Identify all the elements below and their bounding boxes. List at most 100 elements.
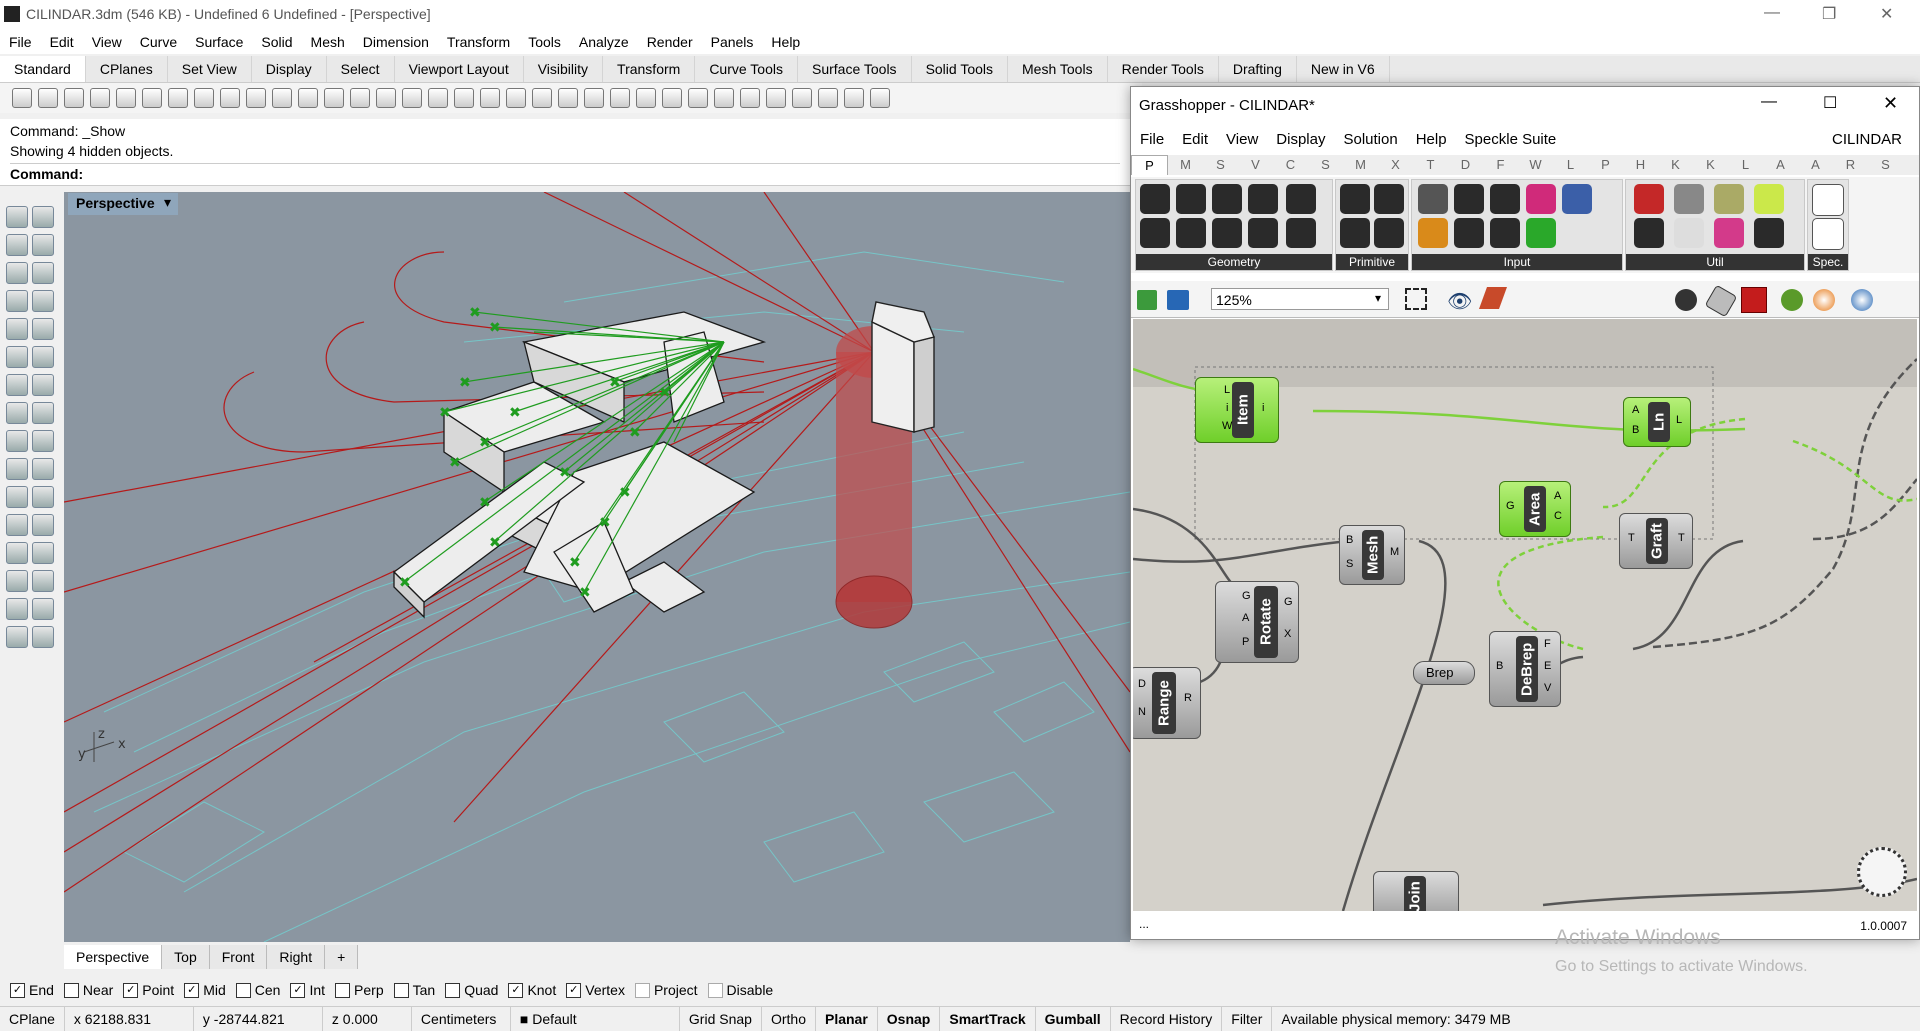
arrow-right-icon[interactable] — [1674, 184, 1704, 214]
menu-transform[interactable]: Transform — [438, 30, 519, 54]
mirror-icon[interactable] — [32, 514, 54, 536]
status-grid-snap[interactable]: Grid Snap — [680, 1007, 762, 1031]
open-file-icon[interactable] — [38, 88, 58, 108]
menu-surface[interactable]: Surface — [186, 30, 252, 54]
gh-cat-params[interactable]: P — [1131, 155, 1168, 175]
viewport-tab-right[interactable]: Right — [267, 945, 326, 969]
tab-cplanes[interactable]: CPlanes — [86, 56, 168, 82]
arc-icon[interactable] — [6, 318, 28, 340]
maximize-icon[interactable]: ❐ — [1822, 4, 1836, 24]
osnap-near-checkbox[interactable] — [63, 982, 79, 998]
osnap-cen[interactable]: Cen — [235, 982, 280, 998]
zoom-selected-icon[interactable] — [376, 88, 396, 108]
slider-icon[interactable] — [1490, 184, 1520, 214]
osnap-end[interactable]: ✓ End — [10, 982, 54, 998]
command-prompt[interactable]: Command: — [10, 163, 1120, 182]
speckle-receiver-icon[interactable] — [1812, 218, 1844, 250]
light-tool-icon[interactable] — [32, 626, 54, 648]
material-orange-icon[interactable] — [1813, 289, 1835, 311]
text-param-icon[interactable] — [1374, 218, 1404, 248]
extrude-icon[interactable] — [32, 402, 54, 424]
sphere-2-icon[interactable] — [714, 88, 734, 108]
tab-standard[interactable]: Standard — [0, 56, 86, 82]
layers-icon[interactable] — [584, 88, 604, 108]
gh-cat-l2[interactable]: L — [1728, 155, 1763, 175]
preview-eye-icon[interactable]: 👁 — [1447, 289, 1472, 314]
boolean-param-icon[interactable] — [1340, 184, 1370, 214]
gh-cat-s2[interactable]: S — [1868, 155, 1903, 175]
gh-save-icon[interactable] — [1167, 290, 1189, 310]
osnap-knot-checkbox[interactable]: ✓ — [508, 982, 524, 998]
scribble-icon[interactable] — [1754, 184, 1784, 214]
export-icon[interactable] — [116, 88, 136, 108]
add-viewport-icon[interactable]: + — [325, 945, 359, 969]
gh-rotate-component[interactable]: Rotate GAPGX — [1215, 581, 1299, 663]
gh-maximize-icon[interactable]: ☐ — [1823, 93, 1837, 113]
sphere-icon[interactable] — [688, 88, 708, 108]
grasshopper-icon[interactable] — [818, 88, 838, 108]
gh-menu-solution[interactable]: Solution — [1334, 127, 1406, 153]
osnap-end-checkbox[interactable]: ✓ — [10, 982, 25, 998]
perspective-viewport[interactable]: ✖ ✖ ✖ ✖ ✖ ✖ ✖ ✖ ✖ ✖ ✖ ✖ ✖ ✖ ✖ ✖ ✖ ✖ y x z — [64, 192, 1130, 942]
osnap-quad[interactable]: Quad — [445, 982, 498, 998]
gh-cat-k2[interactable]: K — [1693, 155, 1728, 175]
status-filter[interactable]: Filter — [1222, 1007, 1273, 1031]
tab-solid-tools[interactable]: Solid Tools — [912, 56, 1009, 82]
loft-icon[interactable] — [32, 346, 54, 368]
ellipse-icon[interactable] — [32, 262, 54, 284]
gh-cat-display[interactable]: D — [1448, 155, 1483, 175]
geometry-component-icon[interactable] — [1140, 184, 1170, 214]
minimize-icon[interactable]: — — [1764, 4, 1780, 22]
options-icon[interactable] — [792, 88, 812, 108]
gh-cat-maths[interactable]: M — [1168, 155, 1203, 175]
line-param-icon[interactable] — [1140, 218, 1170, 248]
plane-param-icon[interactable] — [1176, 218, 1206, 248]
osnap-cen-checkbox[interactable] — [235, 982, 251, 998]
osnap-tan[interactable]: Tan — [393, 982, 435, 998]
save-icon[interactable] — [64, 88, 84, 108]
viewport-title-tab[interactable]: Perspective ▾ — [68, 193, 178, 215]
image-sampler-icon[interactable] — [1526, 218, 1556, 248]
viewport-menu-icon[interactable]: ▾ — [164, 194, 171, 211]
gh-menu-help[interactable]: Help — [1407, 127, 1456, 153]
rectangle-icon[interactable] — [32, 290, 54, 312]
zoom-extents-icon[interactable] — [350, 88, 370, 108]
gh-cat-transform[interactable]: T — [1413, 155, 1448, 175]
viewport-tab-front[interactable]: Front — [209, 945, 268, 969]
menu-dimension[interactable]: Dimension — [354, 30, 438, 54]
vector-param-icon[interactable] — [1248, 218, 1278, 248]
tab-new-in-v6[interactable]: New in V6 — [1297, 56, 1390, 82]
tab-transform[interactable]: Transform — [603, 56, 696, 82]
osnap-tan-checkbox[interactable] — [393, 982, 409, 998]
close-icon[interactable]: ✕ — [1880, 4, 1893, 24]
gh-brep-param[interactable]: Brep — [1413, 661, 1475, 685]
color-wheel-icon[interactable] — [662, 88, 682, 108]
osnap-near[interactable]: Near — [63, 982, 113, 998]
tab-render-tools[interactable]: Render Tools — [1108, 56, 1219, 82]
osnap-mid-checkbox[interactable]: ✓ — [184, 982, 200, 998]
osnap-disable-checkbox[interactable] — [707, 982, 723, 998]
toggle-icon[interactable] — [1454, 184, 1484, 214]
gh-debrep-component[interactable]: DeBrep BFEV — [1489, 631, 1561, 707]
gh-cat-intersect[interactable]: X — [1378, 155, 1413, 175]
select-arrow-icon[interactable] — [6, 206, 28, 228]
gh-cat-sets[interactable]: S — [1203, 155, 1238, 175]
menu-edit[interactable]: Edit — [41, 30, 83, 54]
undo-icon[interactable] — [220, 88, 240, 108]
gh-cat-r[interactable]: R — [1833, 155, 1868, 175]
cluster-icon[interactable] — [1714, 184, 1744, 214]
menu-tools[interactable]: Tools — [519, 30, 570, 54]
speckle-sender-icon[interactable] — [1812, 184, 1844, 216]
wireframe-icon[interactable] — [1704, 284, 1738, 318]
tab-drafting[interactable]: Drafting — [1219, 56, 1297, 82]
status-cplane[interactable]: CPlane — [0, 1007, 65, 1031]
tab-curve-tools[interactable]: Curve Tools — [695, 56, 798, 82]
layer-tool-icon[interactable] — [6, 598, 28, 620]
curve-icon[interactable] — [32, 234, 54, 256]
gh-cat-h[interactable]: H — [1623, 155, 1658, 175]
gh-mesh-component[interactable]: Mesh BSM — [1339, 525, 1405, 585]
status-gumball[interactable]: Gumball — [1036, 1007, 1111, 1031]
gh-cat-f[interactable]: F — [1483, 155, 1518, 175]
explode-icon[interactable] — [32, 570, 54, 592]
gh-cat-vector[interactable]: V — [1238, 155, 1273, 175]
